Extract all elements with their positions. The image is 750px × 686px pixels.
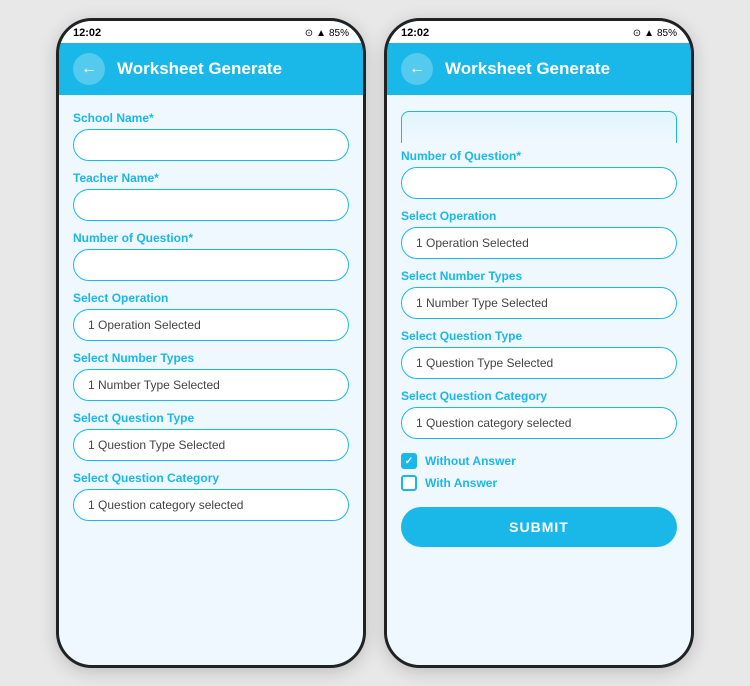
- field-group-teacher: Teacher Name*: [73, 171, 349, 221]
- input-num-question[interactable]: [73, 249, 349, 281]
- checkbox-with-answer[interactable]: With Answer: [401, 475, 677, 491]
- scroll-hint: [401, 111, 677, 143]
- label-select-number-types-2: Select Number Types: [401, 269, 677, 283]
- checkbox-without-answer-box[interactable]: [401, 453, 417, 469]
- label-school-name: School Name*: [73, 111, 349, 125]
- sim-icon-2: ⊙: [633, 28, 641, 39]
- select-question-category[interactable]: 1 Question category selected: [73, 489, 349, 521]
- field-group-school: School Name*: [73, 111, 349, 161]
- checkbox-without-answer[interactable]: Without Answer: [401, 453, 677, 469]
- select-question-type[interactable]: 1 Question Type Selected: [73, 429, 349, 461]
- label-select-question-category-2: Select Question Category: [401, 389, 677, 403]
- label-select-question-type: Select Question Type: [73, 411, 349, 425]
- back-button-2[interactable]: ←: [401, 53, 433, 85]
- label-num-question-2: Number of Question*: [401, 149, 677, 163]
- label-teacher-name: Teacher Name*: [73, 171, 349, 185]
- label-select-operation: Select Operation: [73, 291, 349, 305]
- battery-2: 85%: [657, 28, 677, 39]
- status-icons-2: ⊙ ▲ 85%: [633, 28, 677, 39]
- app-header-2: ← Worksheet Generate: [387, 43, 691, 95]
- app-body-2: Number of Question* Select Operation 1 O…: [387, 95, 691, 665]
- field-group-number-types-2: Select Number Types 1 Number Type Select…: [401, 269, 677, 319]
- time-2: 12:02: [401, 27, 429, 39]
- field-group-operation: Select Operation 1 Operation Selected: [73, 291, 349, 341]
- app-header-1: ← Worksheet Generate: [59, 43, 363, 95]
- label-select-question-type-2: Select Question Type: [401, 329, 677, 343]
- label-select-number-types: Select Number Types: [73, 351, 349, 365]
- phone-1: 12:02 ⊙ ▲ 85% ← Worksheet Generate Schoo…: [56, 18, 366, 668]
- field-group-question-type-2: Select Question Type 1 Question Type Sel…: [401, 329, 677, 379]
- checkbox-group: Without Answer With Answer: [401, 453, 677, 491]
- field-group-operation-2: Select Operation 1 Operation Selected: [401, 209, 677, 259]
- field-group-number-types: Select Number Types 1 Number Type Select…: [73, 351, 349, 401]
- checkbox-without-answer-label: Without Answer: [425, 454, 516, 468]
- app-body-1: School Name* Teacher Name* Number of Que…: [59, 95, 363, 665]
- select-question-type-2[interactable]: 1 Question Type Selected: [401, 347, 677, 379]
- time-1: 12:02: [73, 27, 101, 39]
- app-title-2: Worksheet Generate: [445, 59, 610, 79]
- label-select-question-category: Select Question Category: [73, 471, 349, 485]
- wifi-icon: ▲: [316, 28, 326, 39]
- battery-1: 85%: [329, 28, 349, 39]
- submit-button[interactable]: SUBMIT: [401, 507, 677, 547]
- status-icons-1: ⊙ ▲ 85%: [305, 28, 349, 39]
- label-num-question: Number of Question*: [73, 231, 349, 245]
- select-operation-2[interactable]: 1 Operation Selected: [401, 227, 677, 259]
- wifi-icon-2: ▲: [644, 28, 654, 39]
- checkbox-with-answer-box[interactable]: [401, 475, 417, 491]
- app-title-1: Worksheet Generate: [117, 59, 282, 79]
- input-num-question-2[interactable]: [401, 167, 677, 199]
- select-number-types[interactable]: 1 Number Type Selected: [73, 369, 349, 401]
- phone-2: 12:02 ⊙ ▲ 85% ← Worksheet Generate Numbe…: [384, 18, 694, 668]
- select-operation[interactable]: 1 Operation Selected: [73, 309, 349, 341]
- select-question-category-2[interactable]: 1 Question category selected: [401, 407, 677, 439]
- back-button-1[interactable]: ←: [73, 53, 105, 85]
- field-group-question-type: Select Question Type 1 Question Type Sel…: [73, 411, 349, 461]
- status-bar-1: 12:02 ⊙ ▲ 85%: [59, 21, 363, 43]
- field-group-num-question: Number of Question*: [73, 231, 349, 281]
- label-select-operation-2: Select Operation: [401, 209, 677, 223]
- input-school-name[interactable]: [73, 129, 349, 161]
- checkbox-with-answer-label: With Answer: [425, 476, 497, 490]
- field-group-question-category-2: Select Question Category 1 Question cate…: [401, 389, 677, 439]
- sim-icon: ⊙: [305, 28, 313, 39]
- status-bar-2: 12:02 ⊙ ▲ 85%: [387, 21, 691, 43]
- select-number-types-2[interactable]: 1 Number Type Selected: [401, 287, 677, 319]
- input-teacher-name[interactable]: [73, 189, 349, 221]
- field-group-question-category: Select Question Category 1 Question cate…: [73, 471, 349, 521]
- field-group-num-question-2: Number of Question*: [401, 149, 677, 199]
